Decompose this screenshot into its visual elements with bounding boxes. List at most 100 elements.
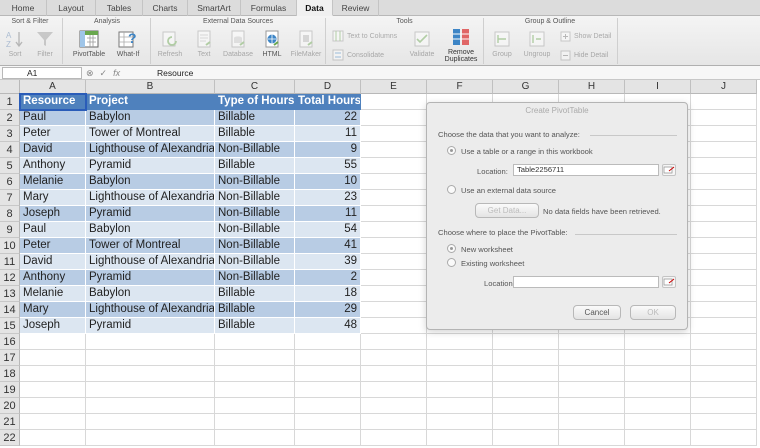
row-header-20[interactable]: 20 [0,398,20,414]
empty-cell[interactable] [361,366,427,382]
name-box[interactable]: A1 [2,67,82,79]
row-header-22[interactable]: 22 [0,430,20,446]
empty-cell[interactable] [691,206,757,222]
empty-cell[interactable] [361,190,427,206]
empty-cell[interactable] [361,414,427,430]
html-button[interactable]: HTML [258,29,286,58]
what-if-button[interactable]: ? What-If [110,29,146,58]
empty-cell[interactable] [361,222,427,238]
table-cell[interactable]: Lighthouse of Alexandria [86,302,215,318]
table-cell[interactable]: Peter [20,238,86,254]
empty-cell[interactable] [20,382,86,398]
table-header-cell[interactable]: Project [86,94,215,110]
empty-cell[interactable] [691,398,757,414]
table-cell[interactable]: Pyramid [86,158,215,174]
empty-cell[interactable] [295,382,361,398]
empty-cell[interactable] [295,366,361,382]
table-cell[interactable]: Lighthouse of Alexandria [86,190,215,206]
table-cell[interactable]: David [20,142,86,158]
row-header-18[interactable]: 18 [0,366,20,382]
column-header-g[interactable]: G [493,80,559,94]
row-header-5[interactable]: 5 [0,158,20,174]
group-button[interactable]: Group [488,29,516,58]
empty-cell[interactable] [215,414,295,430]
column-header-b[interactable]: B [86,80,215,94]
empty-cell[interactable] [691,142,757,158]
table-cell[interactable]: Babylon [86,286,215,302]
empty-cell[interactable] [86,414,215,430]
table-cell[interactable]: 11 [295,206,361,222]
row-header-4[interactable]: 4 [0,142,20,158]
empty-cell[interactable] [427,334,493,350]
filemaker-button[interactable]: FileMaker [288,29,324,58]
tab-review[interactable]: Review [333,0,379,16]
table-cell[interactable]: Pyramid [86,270,215,286]
empty-cell[interactable] [215,334,295,350]
empty-cell[interactable] [691,414,757,430]
empty-cell[interactable] [691,110,757,126]
table-cell[interactable]: 10 [295,174,361,190]
empty-cell[interactable] [691,126,757,142]
consolidate-button[interactable]: Consolidate [332,49,384,61]
row-header-10[interactable]: 10 [0,238,20,254]
existing-worksheet-radio[interactable] [447,258,456,267]
table-cell[interactable]: Paul [20,222,86,238]
empty-cell[interactable] [20,350,86,366]
empty-cell[interactable] [691,382,757,398]
empty-cell[interactable] [559,334,625,350]
table-cell[interactable]: Non-Billable [215,270,295,286]
empty-cell[interactable] [691,94,757,110]
empty-cell[interactable] [361,270,427,286]
table-cell[interactable]: Lighthouse of Alexandria [86,254,215,270]
empty-cell[interactable] [493,366,559,382]
empty-cell[interactable] [493,398,559,414]
table-cell[interactable]: Paul [20,110,86,126]
database-button[interactable]: Database [220,29,256,58]
range-select-button[interactable] [662,164,676,176]
table-header-cell[interactable]: Type of Hours [215,94,295,110]
row-header-3[interactable]: 3 [0,126,20,142]
tab-home[interactable]: Home [0,0,47,16]
location-input[interactable]: Table2256711 [513,164,659,176]
table-cell[interactable]: 55 [295,158,361,174]
table-cell[interactable]: Non-Billable [215,238,295,254]
empty-cell[interactable] [361,382,427,398]
empty-cell[interactable] [86,430,215,446]
empty-cell[interactable] [493,350,559,366]
empty-cell[interactable] [427,382,493,398]
table-cell[interactable]: 39 [295,254,361,270]
table-cell[interactable]: Lighthouse of Alexandria [86,142,215,158]
empty-cell[interactable] [361,286,427,302]
table-cell[interactable]: Babylon [86,110,215,126]
cancel-button[interactable]: Cancel [573,305,621,320]
table-cell[interactable]: Billable [215,286,295,302]
empty-cell[interactable] [691,334,757,350]
empty-cell[interactable] [691,190,757,206]
text-to-columns-button[interactable]: Text to Columns [332,30,397,42]
empty-cell[interactable] [86,334,215,350]
empty-cell[interactable] [625,398,691,414]
table-cell[interactable]: Melanie [20,286,86,302]
table-cell[interactable]: Joseph [20,318,86,334]
validate-button[interactable]: Validate [404,29,440,58]
tab-layout[interactable]: Layout [47,0,96,16]
table-cell[interactable]: Non-Billable [215,174,295,190]
table-cell[interactable]: Babylon [86,222,215,238]
row-header-6[interactable]: 6 [0,174,20,190]
empty-cell[interactable] [361,334,427,350]
show-detail-button[interactable]: Show Detail [560,31,611,42]
empty-cell[interactable] [691,174,757,190]
empty-cell[interactable] [86,382,215,398]
table-cell[interactable]: Mary [20,302,86,318]
ungroup-button[interactable]: Ungroup [520,29,554,58]
tab-data[interactable]: Data [297,0,333,16]
table-cell[interactable]: Billable [215,318,295,334]
row-header-7[interactable]: 7 [0,190,20,206]
tab-charts[interactable]: Charts [143,0,188,16]
table-cell[interactable]: Babylon [86,174,215,190]
empty-cell[interactable] [215,382,295,398]
table-cell[interactable]: Pyramid [86,318,215,334]
empty-cell[interactable] [493,430,559,446]
row-header-16[interactable]: 16 [0,334,20,350]
table-cell[interactable]: Billable [215,302,295,318]
